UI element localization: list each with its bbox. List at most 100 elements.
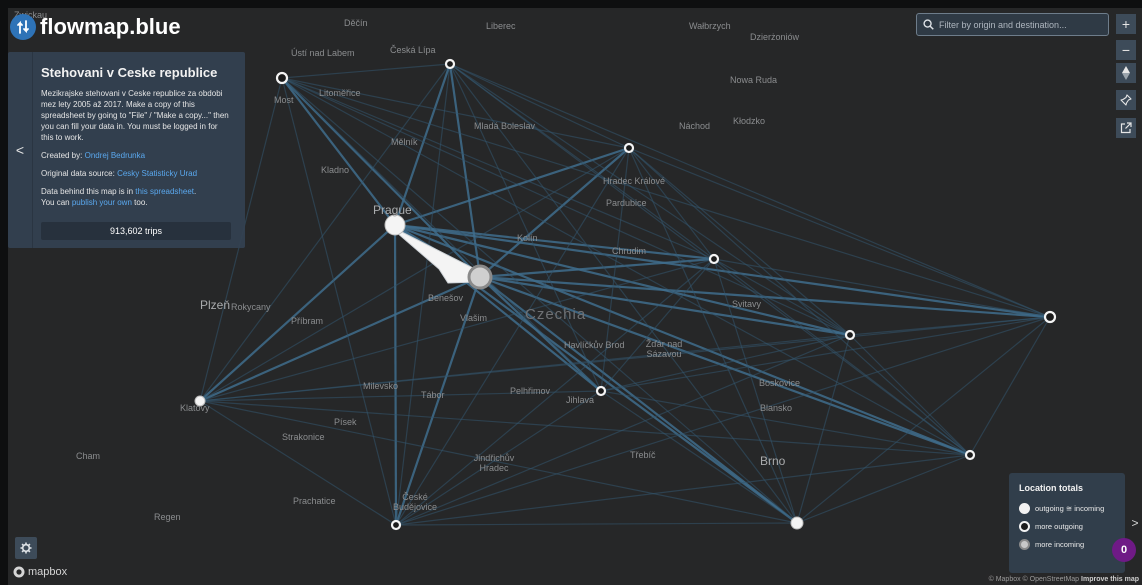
location-search[interactable] — [916, 13, 1109, 36]
flow-line[interactable] — [281, 77, 1051, 318]
info-panel: < Stehovani v Ceske republice Mezikrajsk… — [8, 52, 245, 248]
flow-line[interactable] — [281, 77, 971, 456]
place-label: Písek — [334, 417, 357, 427]
place-label: Pardubice — [606, 198, 647, 208]
data-note: Data behind this map is in this spreadsh… — [41, 187, 197, 207]
place-label: Svitavy — [732, 299, 762, 309]
place-label: Česká Lípa — [390, 45, 436, 55]
location-node[interactable] — [275, 71, 289, 85]
place-label: Mělník — [391, 137, 418, 147]
place-label: Prague — [373, 203, 412, 217]
source-link[interactable]: Cesky Statisticky Urad — [117, 169, 197, 178]
flow-line[interactable] — [969, 316, 1051, 456]
location-node[interactable] — [444, 58, 456, 70]
location-node[interactable] — [844, 329, 856, 341]
place-label: České Budějovice — [392, 492, 438, 512]
compass-button[interactable] — [1116, 63, 1136, 83]
place-label: Strakonice — [282, 432, 325, 442]
flow-line[interactable] — [395, 334, 851, 526]
place-label: Pelhřimov — [510, 386, 551, 396]
place-label: Jihlava — [566, 395, 595, 405]
legend-dot-balanced — [1019, 503, 1030, 514]
flow-line[interactable] — [628, 147, 971, 456]
search-input[interactable] — [939, 19, 1099, 30]
location-node[interactable] — [790, 516, 804, 530]
map-attribution: © Mapbox © OpenStreetMap Improve this ma… — [985, 574, 1142, 585]
place-label: Litoměřice — [319, 88, 361, 98]
flow-line[interactable] — [479, 147, 630, 278]
zoom-out-button[interactable]: − — [1116, 40, 1136, 60]
flow-line[interactable] — [199, 400, 397, 526]
location-totals-legend: Location totals outgoing ≅ incoming more… — [1009, 473, 1125, 573]
open-external-button[interactable] — [1116, 118, 1136, 138]
location-node[interactable] — [384, 214, 406, 236]
place-label: Most — [274, 95, 294, 105]
collapse-panel-button[interactable]: < — [8, 52, 33, 248]
place-label: Vlašim — [460, 313, 488, 323]
location-node[interactable] — [708, 253, 720, 265]
place-label: Prachatice — [293, 496, 336, 506]
improve-map-link[interactable]: Improve this map — [1081, 576, 1139, 583]
location-node[interactable] — [390, 519, 402, 531]
legend-dot-incoming — [1019, 539, 1030, 550]
flow-line[interactable] — [281, 63, 451, 79]
place-label: Jindřichův Hradec — [473, 453, 515, 473]
place-label: Náchod — [679, 121, 711, 131]
search-icon — [923, 19, 934, 30]
place-label: Rokycany — [231, 302, 271, 312]
filter-button[interactable] — [1116, 90, 1136, 110]
flow-line[interactable] — [449, 63, 630, 149]
brand-name: flowmap.blue — [40, 14, 181, 39]
location-node[interactable] — [623, 142, 635, 154]
place-label: Žďár nad Sázavou — [645, 339, 683, 359]
brand-logo[interactable]: flowmap.blue — [10, 14, 181, 40]
map-title: Stehovani v Ceske republice — [41, 65, 218, 80]
settings-button[interactable] — [15, 537, 37, 559]
place-label: Cham — [76, 451, 101, 461]
place-label: Mladá Boleslav — [474, 121, 536, 131]
trips-total: 913,602 trips — [41, 222, 231, 240]
compass-icon — [1122, 66, 1130, 80]
place-label: Wałbrzych — [689, 21, 731, 31]
place-label: Hradec Králové — [603, 176, 666, 186]
data-source: Original data source: Cesky Statisticky … — [41, 169, 198, 178]
place-label: Děčín — [344, 18, 368, 28]
location-node[interactable] — [1043, 310, 1057, 324]
legend-toggle-button[interactable]: > — [1128, 510, 1142, 536]
place-label: Blansko — [760, 403, 793, 413]
place-label: Tábor — [421, 390, 445, 400]
legend-dot-outgoing — [1019, 521, 1030, 532]
flow-line[interactable] — [281, 77, 798, 524]
legend-title: Location totals — [1019, 483, 1084, 493]
place-label: Milevsko — [363, 381, 399, 391]
location-node[interactable] — [595, 385, 607, 397]
flow-line[interactable] — [281, 77, 397, 526]
flow-line[interactable] — [449, 63, 851, 336]
author-link[interactable]: Ondrej Bedrunka — [85, 151, 145, 160]
zoom-in-button[interactable]: + — [1116, 14, 1136, 34]
flow-line[interactable] — [393, 224, 398, 526]
place-label: Kladno — [321, 165, 350, 175]
place-label: Regen — [154, 512, 181, 522]
place-label: Klatovy — [180, 403, 210, 413]
flow-line[interactable] — [395, 522, 798, 526]
external-link-icon — [1120, 122, 1132, 134]
flow-line[interactable] — [713, 258, 1051, 318]
flow-lines[interactable] — [199, 63, 1051, 526]
place-label: Dzierżoniów — [750, 32, 800, 42]
gear-icon — [20, 542, 32, 554]
place-label: Liberec — [486, 21, 516, 31]
selection-count-badge[interactable]: 0 — [1112, 538, 1136, 562]
created-by: Created by: Ondrej Bedrunka — [41, 151, 146, 160]
place-label: Brno — [760, 454, 786, 468]
publish-link[interactable]: publish your own — [72, 198, 132, 207]
place-label: Benešov — [428, 293, 464, 303]
spreadsheet-link[interactable]: this spreadsheet — [135, 187, 194, 196]
place-label: Chrudim — [612, 246, 647, 256]
place-label: Příbram — [291, 316, 324, 326]
place-label: Czechia — [525, 306, 587, 323]
mapbox-logo[interactable]: mapbox — [13, 566, 67, 578]
location-node[interactable] — [467, 264, 493, 290]
place-label: Třebíč — [630, 450, 656, 460]
location-node[interactable] — [964, 449, 976, 461]
